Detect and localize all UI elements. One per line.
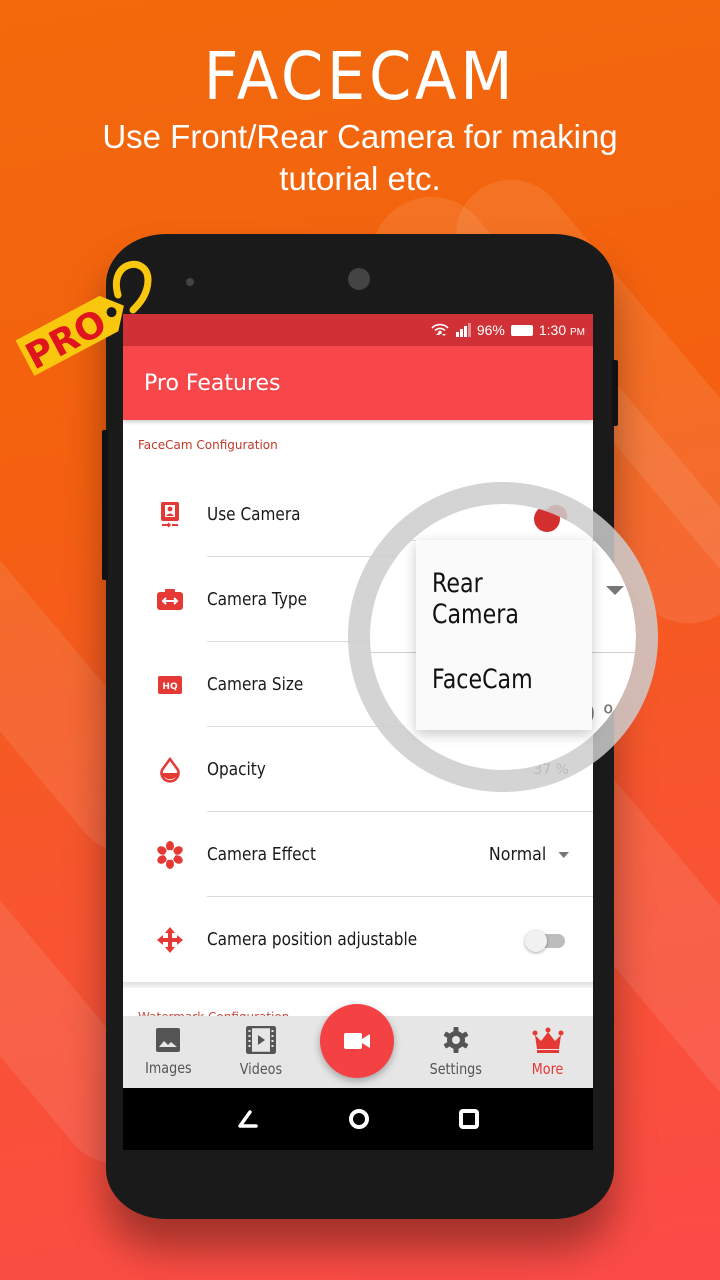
promo-subtitle-line1: Use Front/Rear Camera for making	[102, 118, 618, 155]
recents-icon[interactable]	[458, 1108, 480, 1130]
record-fab[interactable]	[320, 1004, 394, 1078]
phone-sensor	[186, 278, 194, 286]
video-camera-icon	[344, 1033, 370, 1049]
app-bar: Pro Features	[123, 346, 593, 420]
phone-volume-button	[102, 430, 108, 580]
signal-icon	[455, 323, 471, 337]
hq-icon: HQ	[155, 670, 185, 700]
page-title: Pro Features	[144, 370, 281, 396]
camera-position-toggle[interactable]	[525, 929, 565, 952]
system-navigation-bar	[123, 1088, 593, 1150]
popup-option-facecam[interactable]: FaceCam	[432, 664, 533, 695]
crown-icon	[532, 1027, 564, 1053]
effect-flower-icon	[155, 840, 185, 870]
camera-effect-dropdown[interactable]: Normal	[489, 844, 569, 865]
move-arrows-icon	[155, 925, 185, 955]
section-header-facecam: FaceCam Configuration	[138, 438, 278, 452]
nav-more[interactable]: More	[503, 1026, 593, 1078]
promo-title: FACECAM	[203, 38, 517, 115]
setting-label: Camera Size	[207, 674, 304, 695]
opacity-drop-icon	[155, 755, 185, 785]
clock-time: 1:30	[538, 322, 567, 338]
phone-front-camera	[348, 268, 370, 290]
nav-label: Videos	[239, 1060, 282, 1078]
setting-label: Camera position adjustable	[207, 929, 418, 950]
promo-subtitle-line2: tutorial etc.	[279, 160, 441, 197]
nav-label: Settings	[429, 1060, 482, 1078]
nav-label: Images	[144, 1059, 192, 1077]
battery-icon	[510, 324, 533, 336]
setting-camera-effect[interactable]: Camera Effect Normal	[123, 812, 593, 897]
phone-power-button	[612, 360, 618, 426]
clock: 1:30 PM	[539, 322, 585, 338]
promo-subtitle: Use Front/Rear Camera for making tutoria…	[0, 116, 720, 200]
setting-label: Use Camera	[207, 504, 301, 525]
nav-label: More	[532, 1060, 564, 1078]
setting-label: Opacity	[207, 759, 266, 780]
setting-label: Camera Type	[207, 589, 308, 610]
wifi-icon	[431, 323, 449, 336]
pro-badge-icon: PRO	[15, 261, 152, 378]
caret-down-icon	[558, 851, 569, 858]
nav-images[interactable]: Images	[123, 1027, 213, 1077]
camera-portrait-icon	[155, 500, 185, 530]
camera-effect-value: Normal	[488, 844, 547, 865]
camera-switch-icon	[155, 585, 185, 615]
back-icon[interactable]	[236, 1109, 260, 1129]
clock-ampm: PM	[570, 327, 585, 338]
setting-camera-position[interactable]: Camera position adjustable	[123, 897, 593, 982]
image-icon	[156, 1028, 180, 1052]
popup-option-rear-camera[interactable]: Rear Camera	[432, 568, 563, 630]
setting-label: Camera Effect	[207, 844, 316, 865]
gear-icon	[443, 1027, 468, 1053]
nav-settings[interactable]: Settings	[411, 1026, 501, 1078]
svg-text:HQ: HQ	[162, 682, 178, 692]
status-bar: 96% 1:30 PM	[123, 314, 593, 346]
nav-videos[interactable]: Videos	[216, 1026, 306, 1078]
card-edge	[123, 982, 593, 988]
home-icon[interactable]	[347, 1107, 371, 1131]
film-icon	[245, 1026, 276, 1054]
battery-percent: 96%	[476, 322, 505, 338]
camera-type-popup-menu: Rear Camera FaceCam	[416, 540, 592, 730]
